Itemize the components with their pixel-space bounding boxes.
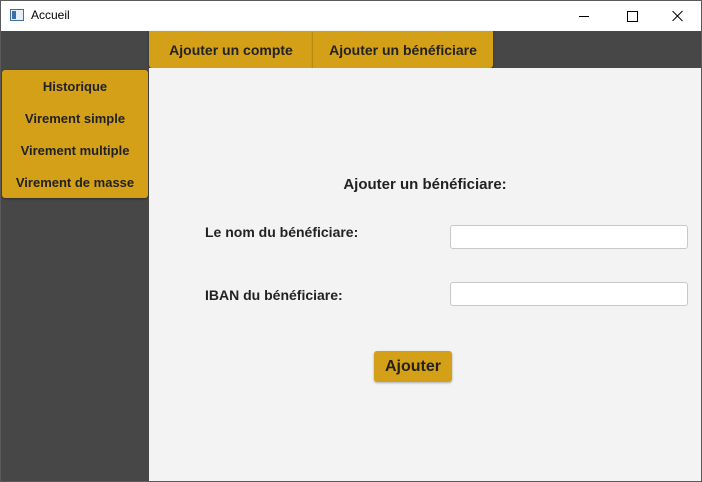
minimize-icon	[579, 15, 589, 17]
beneficiary-name-label: Le nom du bénéficiare:	[205, 224, 359, 240]
maximize-icon	[626, 10, 638, 22]
sidebar-menu: Historique Virement simple Virement mult…	[2, 70, 148, 198]
app-icon	[10, 9, 24, 21]
close-icon	[672, 10, 684, 22]
beneficiary-iban-input[interactable]	[450, 282, 688, 306]
sidebar-item-historique[interactable]: Historique	[2, 70, 148, 102]
maximize-button[interactable]	[609, 1, 655, 31]
add-account-button[interactable]: Ajouter un compte	[149, 31, 313, 68]
main-content: Ajouter un bénéficiare: Le nom du bénéfi…	[149, 68, 701, 481]
minimize-button[interactable]	[561, 1, 607, 31]
beneficiary-name-input[interactable]	[450, 225, 688, 249]
sidebar-item-virement-multiple[interactable]: Virement multiple	[2, 134, 148, 166]
title-bar: Accueil	[1, 1, 701, 31]
top-nav-bar: Ajouter un compte Ajouter un bénéficiare	[1, 31, 701, 68]
beneficiary-iban-label: IBAN du bénéficiare:	[205, 287, 343, 303]
form-title-text: Ajouter un bénéficiare:	[343, 176, 507, 193]
form-title: Ajouter un bénéficiare:	[149, 176, 701, 193]
sidebar: Historique Virement simple Virement mult…	[1, 68, 149, 481]
sidebar-item-virement-simple[interactable]: Virement simple	[2, 102, 148, 134]
window-title: Accueil	[31, 8, 70, 22]
app-window: Accueil Ajouter un compte Ajouter un bén…	[0, 0, 702, 482]
sidebar-item-virement-de-masse[interactable]: Virement de masse	[2, 166, 148, 198]
close-button[interactable]	[655, 1, 701, 31]
add-beneficiary-button[interactable]: Ajouter un bénéficiare	[313, 31, 493, 68]
add-button[interactable]: Ajouter	[374, 351, 452, 382]
